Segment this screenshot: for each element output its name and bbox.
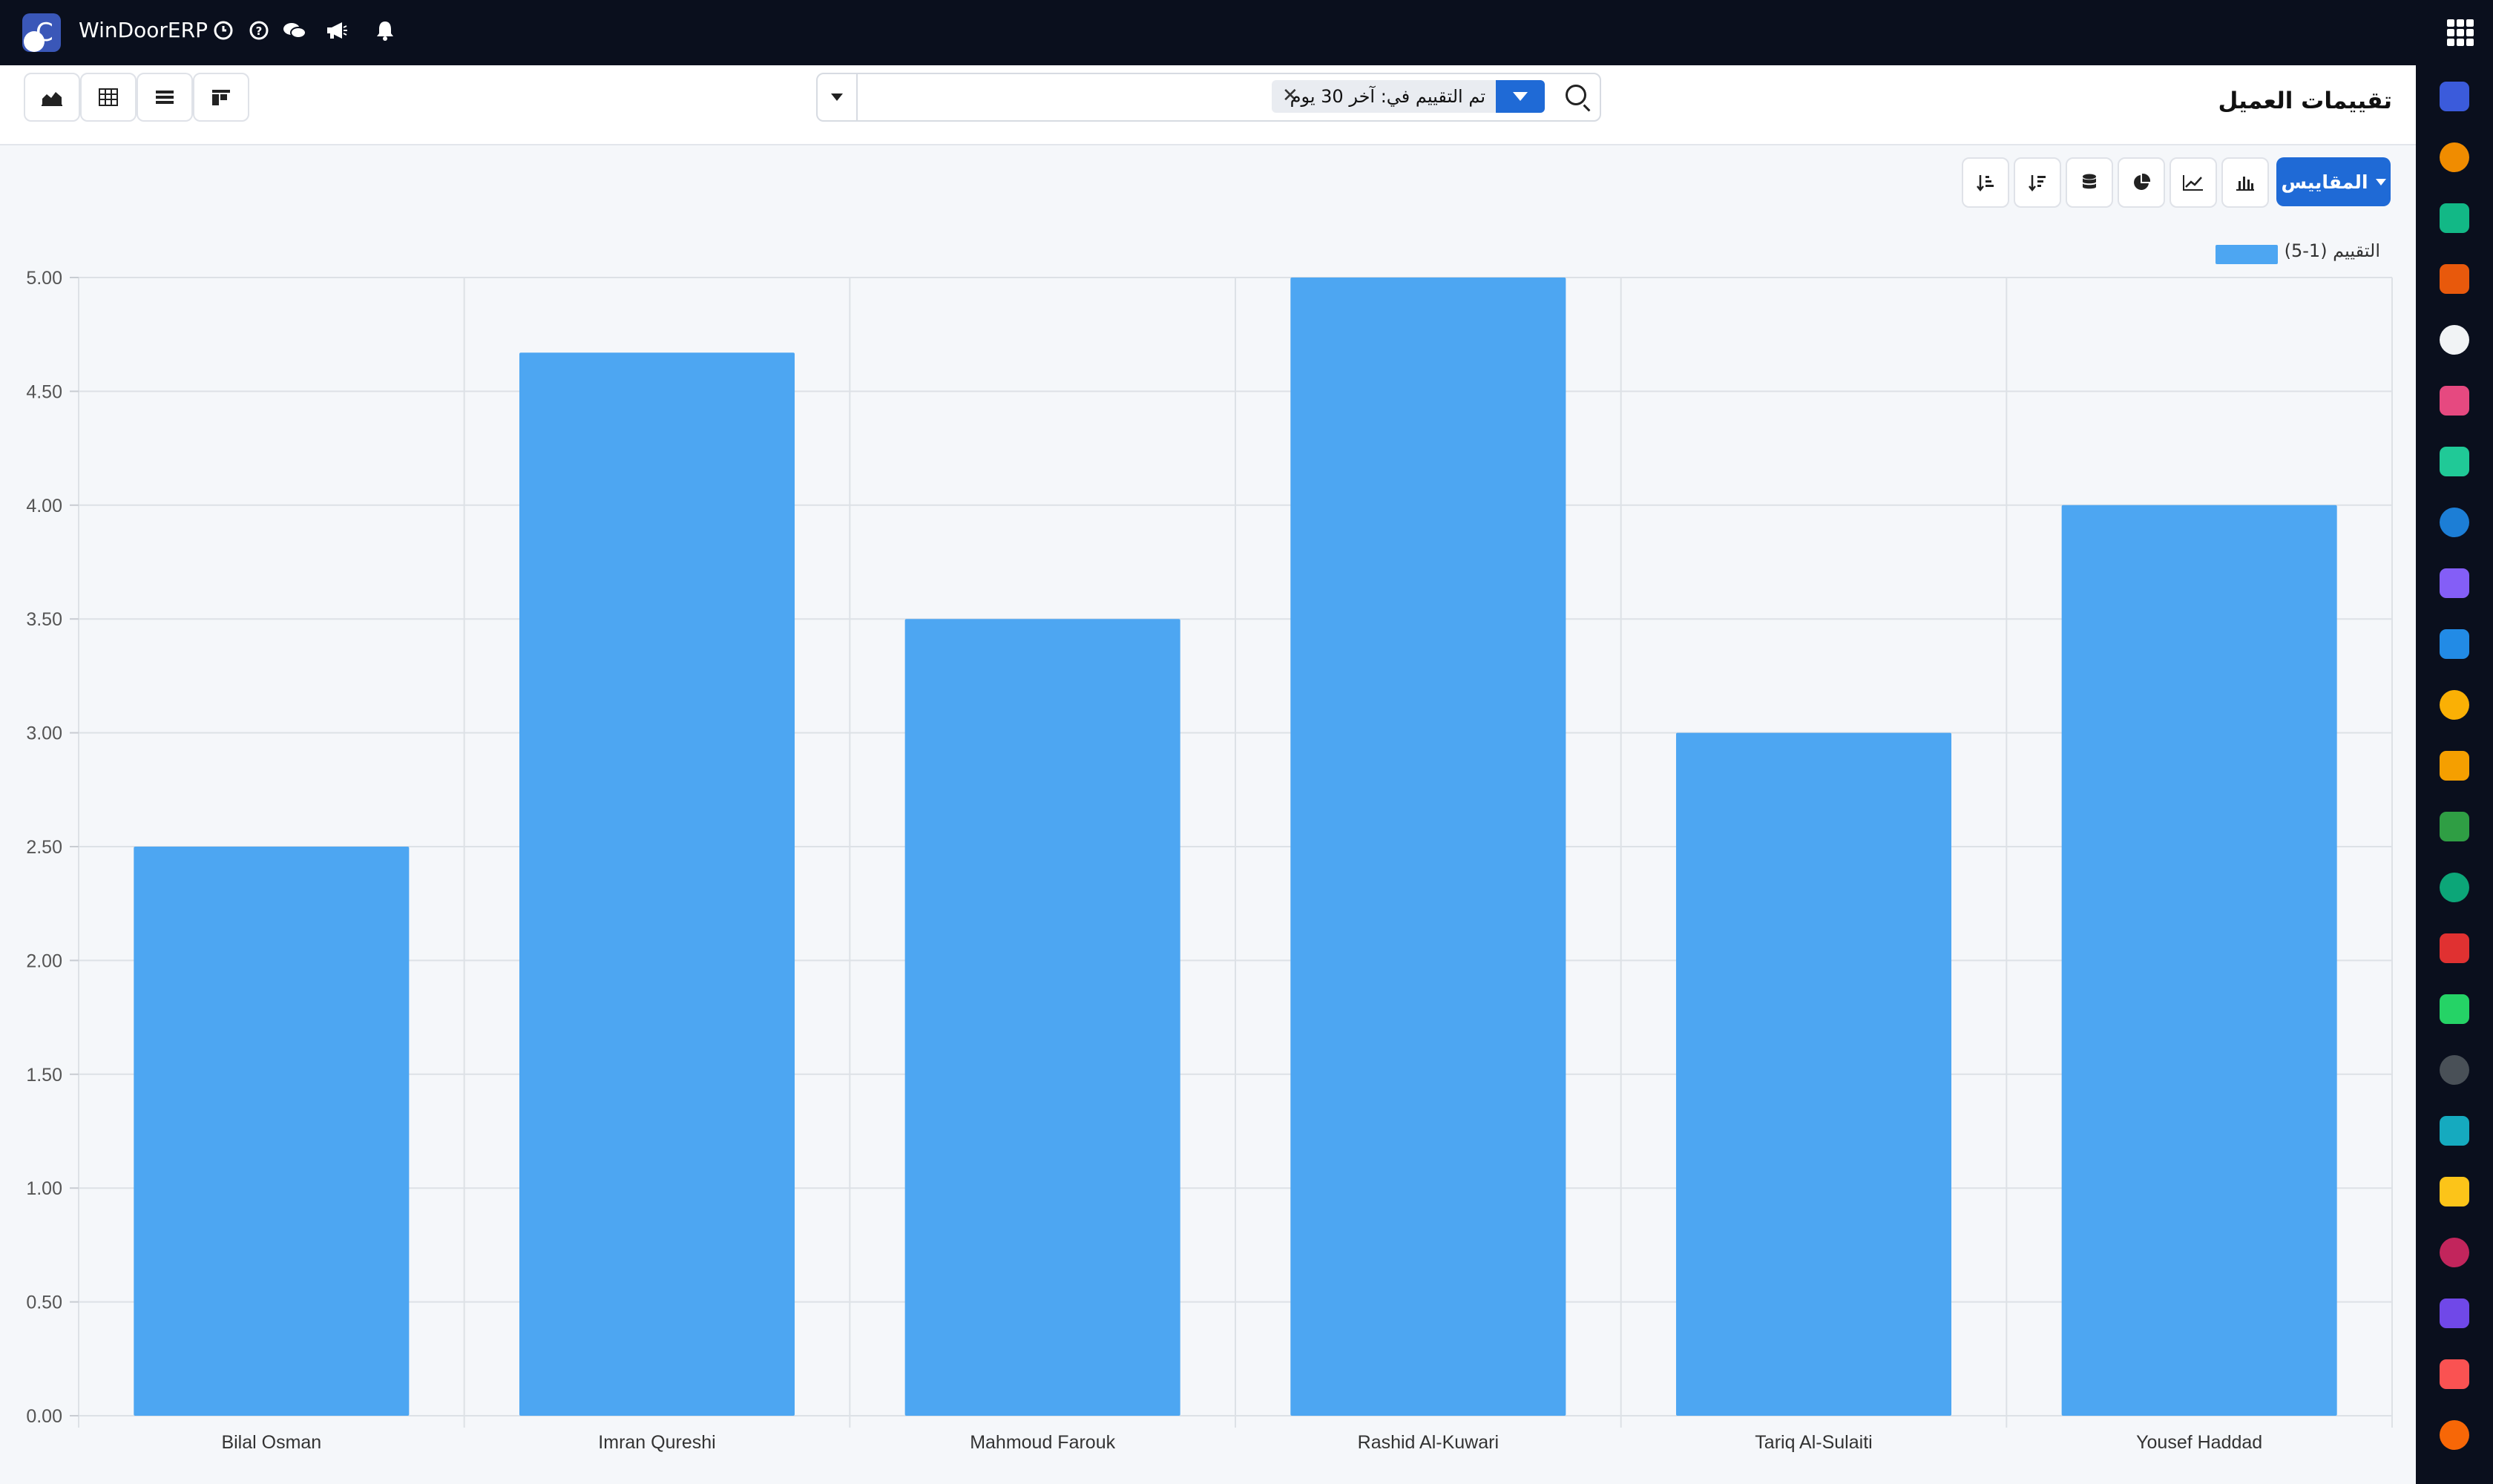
app-launcher-icon[interactable] bbox=[2440, 82, 2469, 111]
y-tick-label: 0.00 bbox=[26, 1406, 62, 1427]
chat-icon[interactable] bbox=[282, 18, 307, 43]
app-logo[interactable]: C bbox=[22, 13, 61, 52]
page-title: تقييمات العميل bbox=[2218, 88, 2393, 114]
chevron-down-icon bbox=[2375, 178, 2386, 186]
megaphone-icon[interactable] bbox=[323, 18, 349, 43]
search-icon[interactable] bbox=[1566, 85, 1586, 105]
app-launcher-icon[interactable] bbox=[2440, 1055, 2469, 1085]
list-view-icon bbox=[156, 91, 174, 104]
brand-name[interactable]: WinDoorERP bbox=[79, 18, 208, 43]
bar-yousef-haddad[interactable] bbox=[2061, 505, 2337, 1416]
x-tick-label: Yousef Haddad bbox=[2136, 1432, 2262, 1453]
sort-descending-button[interactable] bbox=[2014, 157, 2061, 208]
app-launcher-icon[interactable] bbox=[2440, 142, 2469, 172]
clock-icon[interactable] bbox=[211, 18, 236, 43]
y-tick-label: 1.00 bbox=[26, 1178, 62, 1199]
graph-view-icon bbox=[42, 92, 62, 106]
y-tick-label: 2.00 bbox=[26, 951, 62, 971]
bar-chart: 0.00 0.50 1.00 1.50 2.00 2.50 3.00 3.50 4.00 4.50… bbox=[26, 268, 2393, 1453]
bar-chart-button[interactable] bbox=[2221, 157, 2269, 208]
chevron-down-icon bbox=[831, 93, 843, 101]
help-icon[interactable]: ? bbox=[246, 18, 272, 43]
apps-menu-icon[interactable] bbox=[2447, 19, 2474, 46]
app-launcher-icon[interactable] bbox=[2440, 568, 2469, 598]
facet-label: تم التقييم في: آخر 30 يوم bbox=[1290, 86, 1485, 107]
app-rail bbox=[2416, 65, 2493, 1484]
app-launcher-icon[interactable] bbox=[2440, 1359, 2469, 1389]
stacked-button[interactable] bbox=[2066, 157, 2113, 208]
bar-tariq-al-sulaiti[interactable] bbox=[1675, 732, 1952, 1416]
pivot-view-icon bbox=[99, 88, 118, 106]
search-bar[interactable]: ✕ تم التقييم في: آخر 30 يوم bbox=[816, 73, 1601, 122]
svg-text:?: ? bbox=[256, 24, 263, 38]
x-tick-label: Tariq Al-Sulaiti bbox=[1755, 1432, 1872, 1453]
y-tick-label: 0.50 bbox=[26, 1293, 62, 1313]
logo-letter: C bbox=[36, 18, 53, 47]
bar-bilal-osman[interactable] bbox=[134, 847, 410, 1416]
y-tick-label: 2.50 bbox=[26, 837, 62, 858]
app-launcher-icon[interactable] bbox=[2440, 1298, 2469, 1328]
bar-chart-icon bbox=[2236, 177, 2254, 191]
sort-descending-icon bbox=[2029, 175, 2046, 192]
x-tick-label: Bilal Osman bbox=[221, 1432, 321, 1453]
control-panel: تقييمات العميل ✕ تم التقييم في: آخر 30 ي… bbox=[0, 65, 2416, 145]
app-launcher-icon[interactable] bbox=[2440, 447, 2469, 476]
y-tick-label: 3.00 bbox=[26, 723, 62, 744]
y-tick-label: 3.50 bbox=[26, 609, 62, 630]
app-launcher-icon[interactable] bbox=[2440, 386, 2469, 416]
y-tick-label: 4.00 bbox=[26, 496, 62, 516]
search-input[interactable] bbox=[862, 82, 1340, 114]
y-tick-label: 5.00 bbox=[26, 268, 62, 289]
app-launcher-icon[interactable] bbox=[2440, 873, 2469, 902]
graph-view-button[interactable] bbox=[24, 73, 80, 122]
bar-rashid-al-kuwari[interactable] bbox=[1290, 278, 1566, 1416]
search-options-toggle[interactable] bbox=[818, 74, 858, 120]
app-launcher-icon[interactable] bbox=[2440, 933, 2469, 963]
x-tick-label: Imran Qureshi bbox=[598, 1432, 715, 1453]
app-launcher-icon[interactable] bbox=[2440, 1420, 2469, 1450]
y-tick-label: 4.50 bbox=[26, 381, 62, 402]
measures-dropdown-button[interactable]: المقاييس bbox=[2276, 157, 2391, 206]
bar-imran-qureshi[interactable] bbox=[519, 352, 795, 1416]
app-launcher-icon[interactable] bbox=[2440, 1238, 2469, 1267]
sort-ascending-button[interactable] bbox=[1962, 157, 2009, 208]
bar-mahmoud-farouk[interactable] bbox=[904, 619, 1180, 1416]
pivot-view-button[interactable] bbox=[80, 73, 137, 122]
measures-label: المقاييس bbox=[2281, 171, 2368, 193]
line-chart-icon bbox=[2183, 175, 2203, 191]
app-launcher-icon[interactable] bbox=[2440, 1177, 2469, 1206]
kanban-view-button[interactable] bbox=[193, 73, 249, 122]
list-view-button[interactable] bbox=[137, 73, 193, 122]
sort-ascending-icon bbox=[1977, 175, 1994, 192]
top-navbar: C WinDoorERP ? bbox=[0, 0, 2493, 65]
x-tick-label: Rashid Al-Kuwari bbox=[1358, 1432, 1499, 1453]
y-tick-label: 1.50 bbox=[26, 1065, 62, 1086]
pie-chart-button[interactable] bbox=[2118, 157, 2165, 208]
line-chart-button[interactable] bbox=[2170, 157, 2217, 208]
bell-icon[interactable] bbox=[372, 18, 398, 43]
app-launcher-icon[interactable] bbox=[2440, 690, 2469, 720]
kanban-view-icon bbox=[212, 90, 230, 105]
app-launcher-icon[interactable] bbox=[2440, 508, 2469, 537]
stacked-icon bbox=[2083, 174, 2096, 189]
app-launcher-icon[interactable] bbox=[2440, 203, 2469, 233]
app-launcher-icon[interactable] bbox=[2440, 812, 2469, 841]
pie-chart-icon bbox=[2134, 173, 2151, 190]
filter-icon bbox=[1496, 80, 1545, 113]
x-tick-label: Mahmoud Farouk bbox=[970, 1432, 1115, 1453]
app-launcher-icon[interactable] bbox=[2440, 264, 2469, 294]
app-launcher-icon[interactable] bbox=[2440, 325, 2469, 355]
app-launcher-icon[interactable] bbox=[2440, 994, 2469, 1024]
app-launcher-icon[interactable] bbox=[2440, 629, 2469, 659]
app-launcher-icon[interactable] bbox=[2440, 751, 2469, 781]
filter-facet: ✕ تم التقييم في: آخر 30 يوم bbox=[1272, 80, 1545, 113]
chart-grid bbox=[78, 277, 2393, 1428]
app-launcher-icon[interactable] bbox=[2440, 1116, 2469, 1146]
